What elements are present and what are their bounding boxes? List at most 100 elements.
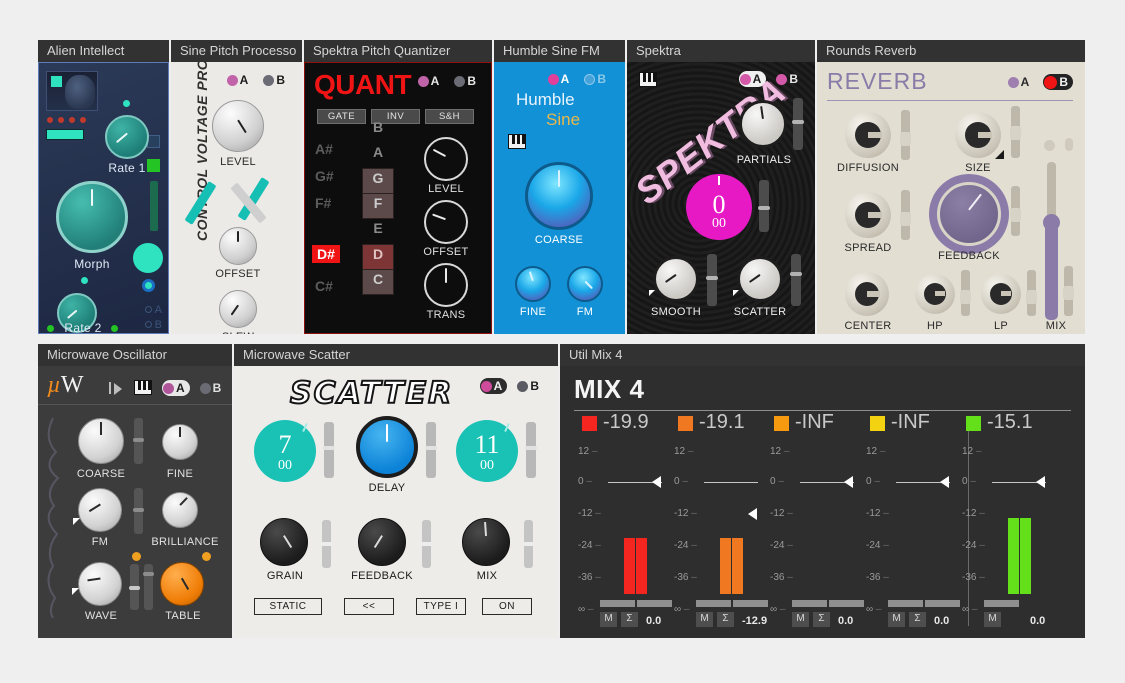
size-slot[interactable] <box>1010 106 1021 158</box>
knob-coarse[interactable] <box>525 162 593 230</box>
module-microwave-oscillator[interactable]: Microwave Oscillator µW A B COARSE FINE … <box>38 344 232 638</box>
channel-color-swatch[interactable] <box>678 416 693 431</box>
knob-grain[interactable] <box>260 518 308 566</box>
sum-button[interactable]: Σ <box>813 612 830 627</box>
knob-slew[interactable] <box>219 290 257 328</box>
link-icon[interactable] <box>1065 138 1073 151</box>
channel-color-swatch[interactable] <box>774 416 789 431</box>
knob-offset[interactable] <box>424 200 468 244</box>
fader-track[interactable] <box>704 482 758 483</box>
ab-switch-scatter[interactable]: A B <box>479 378 544 394</box>
scatter-count-display[interactable]: 11 00 <box>456 420 518 482</box>
knob-mix[interactable] <box>462 518 510 566</box>
fader-handle[interactable] <box>1036 476 1045 488</box>
knob-wave[interactable] <box>78 562 122 606</box>
button-gate[interactable]: GATE <box>317 109 366 124</box>
knob-delay[interactable] <box>356 416 418 478</box>
play-icon[interactable] <box>114 383 122 395</box>
vertical-indicator[interactable] <box>150 181 158 231</box>
mixer-channel[interactable]: -INF 12 – 0 – -12 – -24 – -36 – ∞ – M Σ 0.0 <box>866 411 962 636</box>
mix-slot[interactable] <box>1063 266 1074 316</box>
ab-switch-microwave[interactable]: A B <box>162 380 226 396</box>
note-b[interactable]: B <box>365 119 391 135</box>
note-d[interactable]: D <box>365 246 391 262</box>
note-g-sharp[interactable]: G# <box>315 168 334 184</box>
note-c-sharp[interactable]: C# <box>315 278 333 294</box>
knob-hp[interactable] <box>915 274 955 314</box>
knob-table[interactable] <box>160 562 204 606</box>
knob-fine[interactable] <box>162 424 198 460</box>
knob-spread[interactable] <box>845 192 891 238</box>
scatter-count-slot[interactable] <box>525 422 537 478</box>
keyboard-icon[interactable] <box>639 72 657 87</box>
fader-handle[interactable] <box>652 476 661 488</box>
module-spektra[interactable]: Spektra A B SPEKTRA PARTIALS 0 00 SMOOTH… <box>627 40 815 334</box>
knob-coarse[interactable] <box>78 418 124 464</box>
knob-smooth[interactable] <box>653 256 699 302</box>
bypass-icon[interactable] <box>1044 140 1055 151</box>
knob-rate1[interactable] <box>105 115 149 159</box>
knob-fm[interactable] <box>567 266 603 302</box>
sum-button[interactable]: Σ <box>909 612 926 627</box>
knob-scatter[interactable] <box>737 256 783 302</box>
note-g[interactable]: G <box>365 170 391 186</box>
knob-center[interactable] <box>845 272 889 316</box>
modulation-port[interactable] <box>142 279 155 292</box>
mute-button[interactable]: M <box>984 612 1001 627</box>
mix-fader-handle[interactable] <box>1043 214 1060 231</box>
mixer-channel[interactable]: -19.9 12 – 0 – -12 – -24 – -36 – ∞ – M Σ 0.0 <box>578 411 674 636</box>
module-rounds-reverb[interactable]: Rounds Reverb REVERB A B DIFFUSION SIZE <box>817 40 1085 334</box>
knob-morph[interactable] <box>56 181 128 253</box>
keyboard-icon[interactable] <box>134 380 152 395</box>
ab-switch-alien[interactable]: A B <box>144 303 162 333</box>
grain-slot[interactable] <box>321 520 332 568</box>
channel-color-swatch[interactable] <box>582 416 597 431</box>
knob-offset[interactable] <box>219 227 257 265</box>
mix-slot[interactable] <box>523 520 534 568</box>
ab-switch-reverb[interactable]: A B <box>1007 74 1073 90</box>
hp-slot[interactable] <box>960 270 971 316</box>
module-sine-pitch-processor[interactable]: Sine Pitch Processo CONTROL VOLTAGE PROC… <box>171 40 302 334</box>
feedback-slot[interactable] <box>421 520 432 568</box>
keyboard-icon[interactable] <box>508 134 526 149</box>
knob-level[interactable] <box>212 100 264 152</box>
wave-slot-a[interactable] <box>129 564 140 610</box>
note-a-sharp[interactable]: A# <box>315 141 333 157</box>
note-f[interactable]: F <box>365 195 391 211</box>
note-e[interactable]: E <box>365 220 391 236</box>
note-d-sharp[interactable]: D# <box>312 245 340 263</box>
mixer-channel[interactable]: -19.1 12 – 0 – -12 – -24 – -36 – ∞ – M Σ -12.9 <box>674 411 770 636</box>
lp-slot[interactable] <box>1026 270 1037 316</box>
knob-trans[interactable] <box>424 263 468 307</box>
sum-button[interactable]: Σ <box>621 612 638 627</box>
button-static[interactable]: STATIC <box>254 598 322 615</box>
mixer-channel[interactable]: -INF 12 – 0 – -12 – -24 – -36 – ∞ – M Σ 0.0 <box>770 411 866 636</box>
note-c[interactable]: C <box>365 271 391 287</box>
knob-level[interactable] <box>424 137 468 181</box>
fader-handle[interactable] <box>844 476 853 488</box>
module-spektra-pitch-quantizer[interactable]: Spektra Pitch Quantizer QUANT A B GATE I… <box>304 40 492 334</box>
grain-count-slot[interactable] <box>323 422 335 478</box>
channel-color-swatch[interactable] <box>966 416 981 431</box>
fader-handle[interactable] <box>748 508 757 520</box>
knob-brilliance[interactable] <box>162 492 198 528</box>
smooth-mod-slot[interactable] <box>706 254 718 306</box>
knob-diffusion[interactable] <box>845 112 891 158</box>
knob-fine[interactable] <box>515 266 551 302</box>
knob-partials[interactable] <box>739 100 787 148</box>
mute-button[interactable]: M <box>888 612 905 627</box>
module-humble-sine-fm[interactable]: Humble Sine FM A B Humble Sine COARSE FI… <box>494 40 625 334</box>
output-jack[interactable] <box>133 243 163 273</box>
fm-slot[interactable] <box>133 488 144 534</box>
knob-feedback[interactable] <box>358 518 406 566</box>
ab-switch-humble[interactable]: A B <box>547 71 611 87</box>
spread-slot[interactable] <box>900 190 911 240</box>
knob-feedback[interactable] <box>937 182 1001 246</box>
partials-mod-slot[interactable] <box>792 98 804 150</box>
sum-button[interactable]: Σ <box>717 612 734 627</box>
coarse-slot[interactable] <box>133 418 144 464</box>
module-alien-intellect[interactable]: Alien Intellect Rate 1 Morph Rate 2 A B <box>38 40 169 334</box>
diffusion-slot[interactable] <box>900 110 911 160</box>
channel-color-swatch[interactable] <box>870 416 885 431</box>
pitch-mod-slot[interactable] <box>758 180 770 232</box>
